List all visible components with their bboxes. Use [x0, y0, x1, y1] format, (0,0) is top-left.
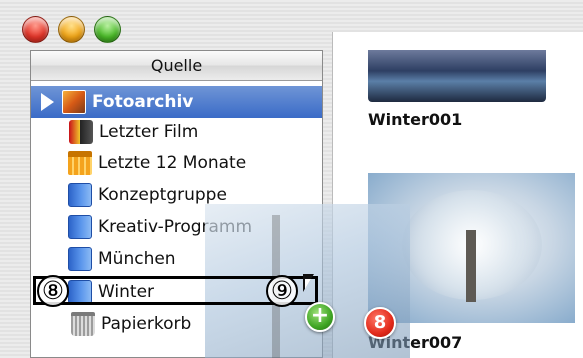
tree-trunk-image [466, 230, 476, 302]
sidebar-item-label: Letzte 12 Monate [98, 153, 247, 173]
sidebar-item-label: Letzter Film [99, 122, 199, 142]
sidebar-item-label: Papierkorb [101, 314, 192, 334]
album-icon [68, 215, 92, 239]
source-column-header[interactable]: Quelle [31, 51, 322, 81]
copy-plus-badge: + [305, 302, 335, 332]
sidebar-item-letzte-12-monate[interactable]: Letzte 12 Monate [31, 147, 322, 179]
close-window-button[interactable] [22, 16, 49, 43]
minimize-window-button[interactable] [58, 16, 85, 43]
trash-icon [71, 312, 95, 336]
iphoto-window: Quelle Fotoarchiv Letzter Film Letzte 12… [0, 0, 583, 358]
callout-marker: ⑨ [266, 275, 298, 307]
sidebar-item-letzter-film[interactable]: Letzter Film [31, 116, 322, 148]
photo-title: Winter001 [368, 110, 463, 129]
album-icon [68, 247, 92, 271]
calendar-icon [68, 151, 92, 175]
mouse-pointer-fill [305, 279, 311, 289]
photo-thumbnail[interactable] [368, 50, 546, 102]
disclosure-triangle-icon[interactable] [41, 93, 54, 111]
callout-marker: ⑧ [37, 275, 69, 307]
zoom-window-button[interactable] [94, 16, 121, 43]
window-controls [22, 16, 121, 43]
sidebar-item-label: Konzeptgruppe [98, 185, 227, 205]
film-roll-icon [69, 120, 93, 144]
drag-count-badge: 8 [364, 307, 396, 339]
sidebar-item-label: München [98, 249, 176, 269]
sidebar-item-label: Fotoarchiv [92, 92, 194, 112]
photo-library-icon [62, 90, 86, 114]
album-icon [68, 183, 92, 207]
sidebar-item-fotoarchiv[interactable]: Fotoarchiv [31, 86, 322, 118]
